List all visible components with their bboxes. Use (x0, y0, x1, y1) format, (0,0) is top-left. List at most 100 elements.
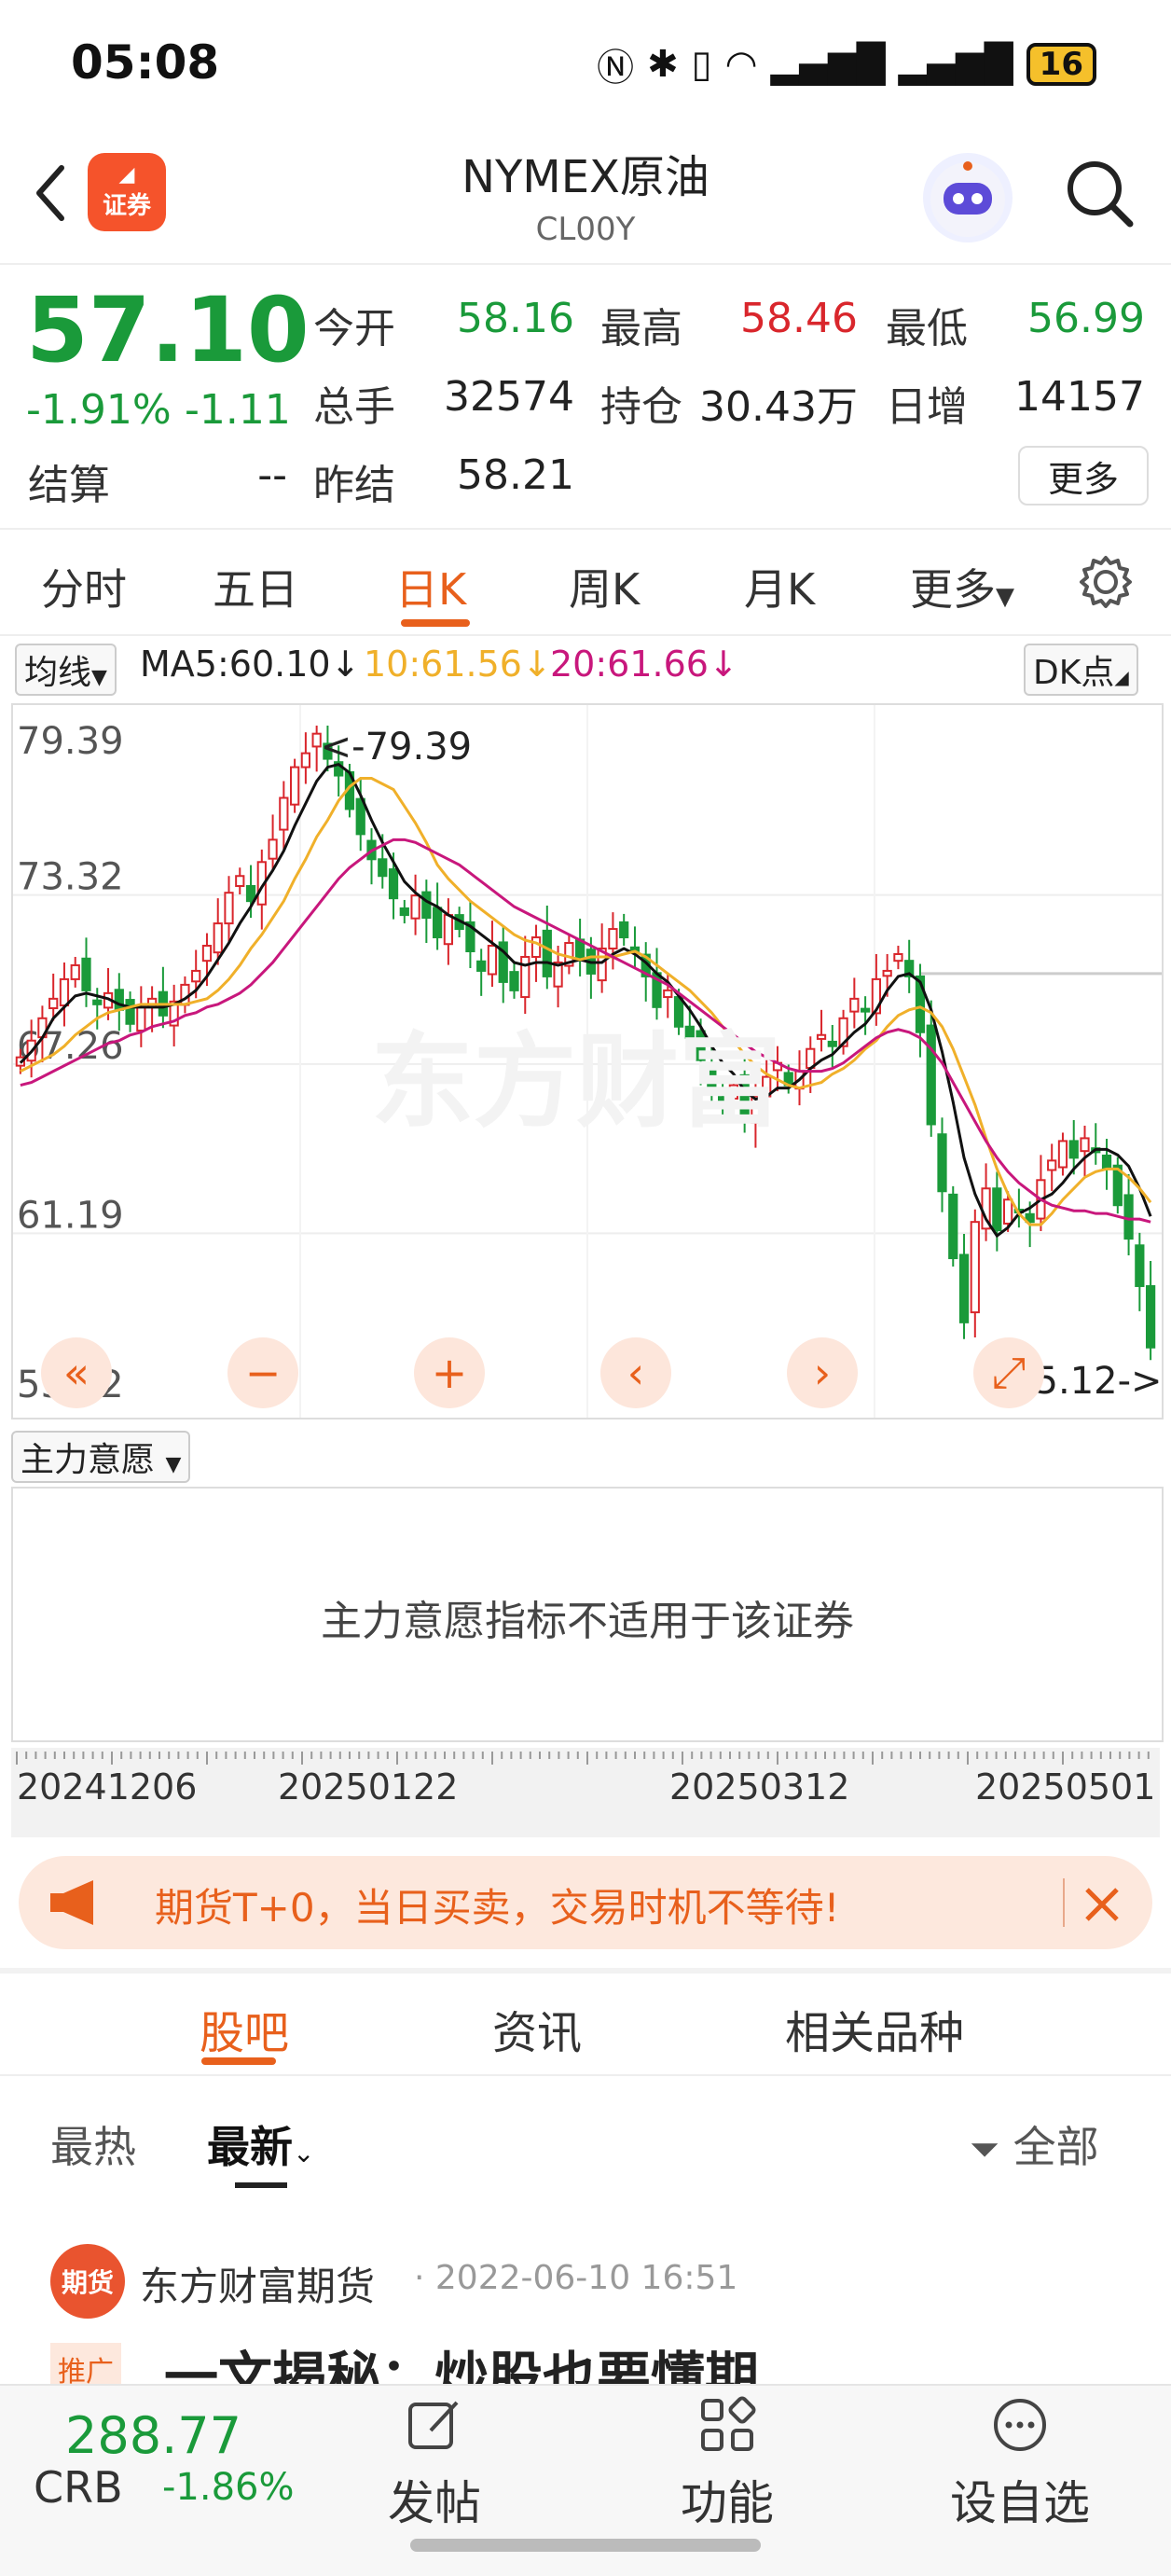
kline-chart[interactable]: 79.3973.3267.2661.1955.12<-79.3955.12-> (11, 703, 1164, 1420)
tab-intraday[interactable]: 分时 (41, 556, 127, 617)
candle-body (1101, 1154, 1112, 1170)
open-interest-label: 持仓 (600, 383, 682, 431)
fullscreen-icon[interactable]: ⤢ (973, 1337, 1044, 1408)
functions-button[interactable]: 功能 (664, 2395, 791, 2533)
open-interest-value: 30.43万 (699, 383, 858, 431)
date-axis-ticks (16, 1752, 1150, 1765)
post-author[interactable]: 东方财富期货 (140, 2255, 375, 2312)
close-icon[interactable] (1081, 1884, 1123, 1925)
zoom-in-button[interactable]: + (414, 1337, 485, 1408)
candle-body (1057, 1140, 1068, 1169)
candle-body (608, 928, 618, 950)
more-quote-button[interactable]: 更多 (1018, 446, 1149, 506)
tab-daily-k[interactable]: 日K (395, 556, 466, 617)
dk-point-selector[interactable]: DK点◢ (1024, 644, 1138, 696)
candle-body (289, 766, 300, 806)
candle-body (136, 1005, 146, 1032)
tab-news[interactable]: 资讯 (492, 1996, 582, 2061)
filter-icon: ⏷ (970, 2128, 999, 2171)
date-tick: 20241206 (17, 1766, 198, 1807)
corner-icon: ◢ (1114, 666, 1129, 688)
ma20-line (20, 838, 1151, 1224)
filter-all[interactable]: ⏷ 全部 (970, 2113, 1099, 2175)
candle-body (816, 1033, 827, 1040)
candle-body (520, 955, 530, 999)
candle-body (201, 945, 213, 963)
dropdown-icon: ▼ (165, 1453, 182, 1476)
candle-body (728, 1084, 739, 1100)
divider (0, 1968, 1171, 1974)
robot-assistant-icon[interactable] (923, 153, 1013, 242)
candle-body (180, 983, 190, 1006)
active-filter-indicator (235, 2182, 287, 2188)
candle-body (245, 885, 256, 903)
post-title[interactable]: 一文揭秘：炒股也要懂期 (164, 2334, 759, 2384)
post-button[interactable]: 发帖 (371, 2395, 498, 2533)
y-tick-label: 73.32 (17, 856, 124, 899)
candle-body (487, 945, 498, 976)
battery-icon: 16 (1026, 43, 1096, 86)
candle-body (893, 952, 903, 963)
candle-body (213, 922, 223, 954)
pan-right-button[interactable]: › (787, 1337, 858, 1408)
index-name[interactable]: CRB (34, 2462, 123, 2513)
volume-label: 总手 (313, 383, 395, 431)
zoom-out-button[interactable]: − (227, 1337, 298, 1408)
tab-related[interactable]: 相关品种 (785, 1996, 964, 2061)
tab-five-day[interactable]: 五日 (213, 556, 298, 617)
status-bar: 05:08 Ⓝ ✱ ▯ ◠ ▂▄▆█ ▂▄▆█ 16 (0, 0, 1171, 131)
candle-body (827, 1040, 837, 1047)
ma-selector[interactable]: 均线▼ (15, 644, 117, 696)
divider (0, 2074, 1171, 2076)
candle-body (92, 999, 103, 1005)
signal-icon: ▂▄▆█ (770, 43, 886, 86)
ma5-value: MA5:60.10↓ (140, 644, 361, 685)
candle-body (1047, 1159, 1057, 1171)
search-icon[interactable] (1063, 157, 1137, 231)
tab-monthly-k[interactable]: 月K (744, 556, 815, 617)
candle-body (542, 929, 552, 977)
date-tick: 20250122 (278, 1766, 459, 1807)
open-label: 今开 (313, 305, 395, 353)
candle-body (224, 892, 234, 925)
tab-more[interactable]: 更多▼ (910, 556, 1014, 617)
candle-body (70, 963, 80, 980)
tab-forum[interactable]: 股吧 (200, 1996, 289, 2061)
settle-value: -- (257, 451, 287, 499)
candle-body (717, 1096, 728, 1103)
candle-body (958, 1253, 970, 1323)
candle-body (1002, 1198, 1013, 1225)
gear-icon[interactable] (1076, 552, 1136, 612)
date-axis: 20241206 20250122 20250312 20250501 (11, 1748, 1160, 1837)
pan-left-fast-button[interactable]: « (41, 1337, 112, 1408)
active-tab-indicator (401, 619, 470, 627)
tab-weekly-k[interactable]: 周K (569, 556, 640, 617)
candle-body (378, 858, 388, 878)
change-percent: -1.91% (26, 386, 172, 434)
index-value[interactable]: 288.77 (65, 2406, 241, 2465)
add-watchlist-button[interactable]: 设自选 (945, 2395, 1095, 2533)
status-icons: Ⓝ ✱ ▯ ◠ ▂▄▆█ ▂▄▆█ 16 (597, 37, 1096, 91)
candle-body (59, 977, 70, 1007)
candle-body (948, 1193, 958, 1260)
candle-body (849, 997, 860, 1013)
filter-hot[interactable]: 最热 (50, 2113, 136, 2175)
candle-body (696, 1030, 706, 1061)
filter-new[interactable]: 最新⌄ (207, 2113, 314, 2175)
ma5-line (19, 762, 1152, 1239)
ma10-line (20, 777, 1152, 1226)
status-time: 05:08 (71, 35, 220, 90)
promo-tag: 推广 (50, 2343, 121, 2389)
settle-label: 结算 (28, 462, 110, 509)
volume-value: 32574 (444, 373, 574, 421)
max-price-label: <-79.39 (321, 726, 472, 769)
active-tab-indicator (201, 2057, 276, 2065)
indicator-selector[interactable]: 主力意愿 ▼ (11, 1431, 191, 1483)
avatar[interactable]: 期货 (50, 2244, 125, 2319)
pan-left-button[interactable]: ‹ (600, 1337, 671, 1408)
indicator-message: 主力意愿指标不适用于该证券 (321, 1598, 854, 1645)
candle-body (81, 957, 91, 991)
index-change: -1.86% (162, 2466, 295, 2509)
promo-banner[interactable]: 期货T+0，当日买卖，交易时机不等待! (19, 1856, 1152, 1949)
candle-body (882, 969, 892, 977)
